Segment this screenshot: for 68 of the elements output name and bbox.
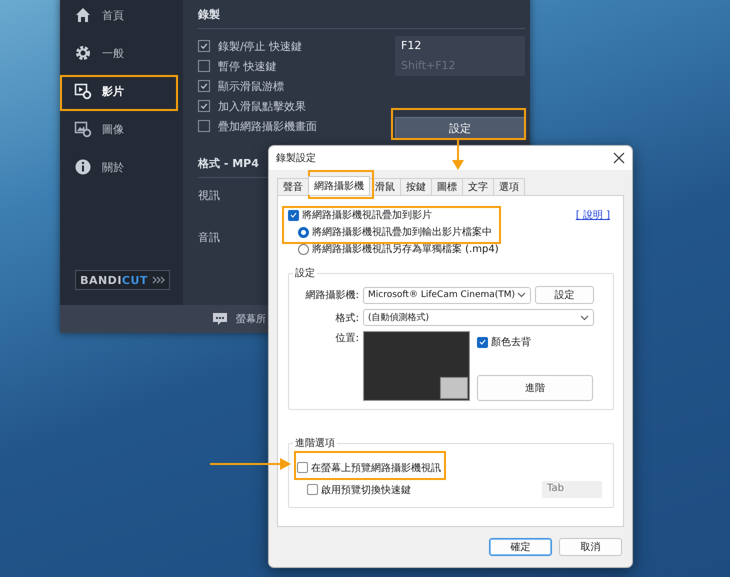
sidebar-item[interactable]: 一般 — [60, 34, 183, 72]
option-label: 疊加網路攝影機畫面 — [218, 118, 317, 134]
checkbox[interactable] — [198, 80, 210, 92]
checkbox[interactable] — [297, 462, 308, 473]
hotkey-field[interactable]: F12 — [395, 36, 525, 56]
check-icon — [478, 337, 487, 347]
ok-button[interactable]: 確定 — [489, 538, 552, 556]
checkbox[interactable] — [288, 210, 299, 220]
field-label: 視訊 — [198, 188, 220, 204]
group-title: 進階選項 — [294, 436, 336, 450]
field-label: 網路攝影機: — [304, 288, 359, 302]
sidebar-item[interactable]: 首頁 — [60, 0, 183, 34]
image-gear-icon — [74, 120, 92, 138]
close-icon — [612, 151, 626, 165]
checkbox[interactable] — [198, 100, 210, 112]
checkbox[interactable] — [198, 60, 210, 72]
option-label: 錄製/停止 快速鍵 — [218, 38, 302, 54]
settings-button[interactable]: 設定 — [395, 117, 525, 139]
field-label: 音訊 — [198, 230, 220, 246]
bandicut-logo[interactable]: BANDICUT — [75, 270, 170, 290]
radio-button[interactable] — [298, 226, 309, 238]
checkbox-label: 在螢幕上預覽網路攝影機視訊 — [311, 462, 441, 474]
webcam-position-marker[interactable] — [440, 377, 468, 399]
dropdown[interactable]: Microsoft® LifeCam Cinema(TM) — [363, 286, 531, 304]
dropdown[interactable]: (自動偵測格式) — [363, 309, 594, 326]
position-preview[interactable] — [363, 331, 470, 401]
tab[interactable]: 選項 — [493, 178, 525, 195]
info-icon — [74, 158, 92, 176]
settings-button[interactable]: 設定 — [535, 286, 594, 304]
hotkey-field[interactable]: Tab — [542, 481, 602, 498]
check-icon — [289, 210, 298, 220]
highlight-frame — [308, 170, 374, 199]
cancel-button[interactable]: 取消 — [559, 538, 622, 556]
advanced-button[interactable]: 進階 — [477, 375, 593, 401]
sidebar-item[interactable]: 關於 — [60, 148, 183, 186]
help-link[interactable]: [ 說明 ] — [576, 208, 610, 222]
caret-icon — [580, 314, 589, 320]
sidebar-item[interactable]: 影片 — [60, 72, 183, 110]
option-label: 加入滑鼠點擊效果 — [218, 98, 306, 114]
home-icon — [74, 6, 92, 24]
checkbox[interactable] — [198, 40, 210, 52]
tab[interactable]: 聲音 — [277, 178, 309, 195]
gear-icon — [74, 44, 92, 62]
section-title: 錄製 — [198, 4, 525, 29]
option-label: 顯示滑鼠游標 — [218, 78, 284, 94]
option-label: 暫停 快速鍵 — [218, 58, 276, 74]
radio-label: 將網路攝影機視訊疊加到輸出影片檔案中 — [312, 226, 492, 239]
checkbox-label: 顏色去背 — [491, 336, 531, 349]
checkbox[interactable] — [477, 336, 488, 348]
logo-text: BANDICUT — [80, 274, 148, 286]
checkbox[interactable] — [307, 484, 318, 495]
radio-button[interactable] — [298, 244, 309, 254]
chevrons-icon — [152, 276, 165, 284]
checkbox-label: 將網路攝影機視訊疊加到影片 — [302, 208, 432, 222]
field-label: 格式: — [334, 312, 359, 324]
group-title: 設定 — [294, 266, 316, 280]
caret-icon — [517, 292, 526, 298]
video-gear-icon — [74, 82, 92, 100]
tab[interactable]: 網路攝影機 — [308, 176, 370, 195]
arrow — [452, 140, 464, 170]
checkbox-label: 啟用預覽切換快速鍵 — [321, 484, 411, 496]
checkbox[interactable] — [198, 120, 210, 132]
field-label: 位置: — [334, 332, 359, 345]
status-text: 螢幕所 — [236, 312, 266, 326]
chat-icon — [212, 312, 228, 326]
sidebar-item[interactable]: 圖像 — [60, 110, 183, 148]
close-button[interactable] — [612, 151, 626, 165]
radio-label: 將網路攝影機視訊另存為單獨檔案 (.mp4) — [312, 243, 499, 256]
